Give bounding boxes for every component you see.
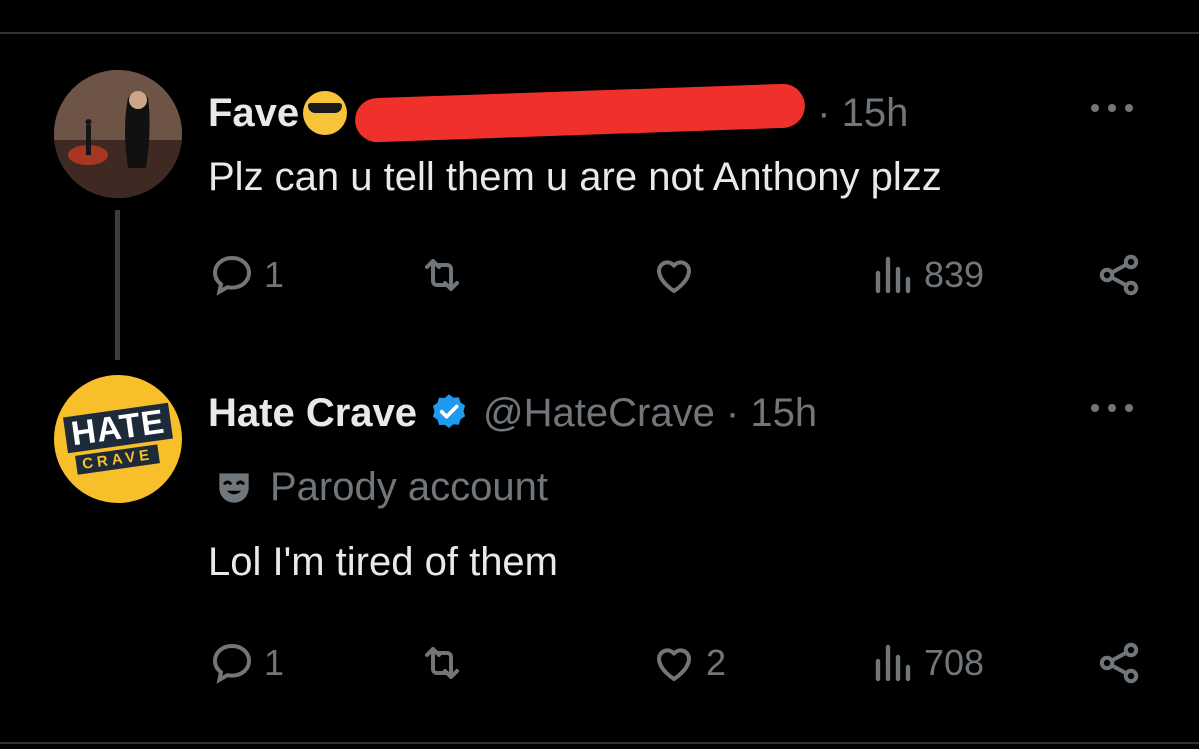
bottom-divider	[0, 742, 1199, 744]
tweet-header: Fave · 15h	[208, 83, 908, 143]
tweet-text: Plz can u tell them u are not Anthony pl…	[208, 155, 942, 199]
sunglasses-emoji-icon	[303, 91, 348, 135]
tweet-actions: 1 2 708	[208, 638, 1143, 688]
avatar[interactable]: HATE CRAVE	[54, 375, 182, 503]
handle-and-time[interactable]: @HateCrave · 15h	[483, 391, 817, 436]
reply-count: 1	[264, 642, 285, 683]
tweet-hatecrave[interactable]: HATE CRAVE Hate Crave @HateCrave · 15h P…	[0, 370, 1199, 730]
reply-button[interactable]: 1	[208, 250, 284, 300]
parody-label-text: Parody account	[270, 465, 548, 509]
like-count: 2	[706, 642, 727, 683]
like-button[interactable]: 2	[650, 638, 726, 688]
verified-icon[interactable]	[427, 391, 471, 435]
reply-count: 1	[264, 254, 285, 295]
reply-icon	[212, 643, 252, 684]
views-count: 839	[924, 254, 985, 295]
like-button[interactable]	[650, 250, 698, 300]
parody-mask-icon	[219, 472, 249, 503]
share-icon	[1099, 642, 1139, 684]
views-count: 708	[924, 642, 985, 683]
views-icon	[875, 256, 911, 294]
avatar[interactable]	[54, 70, 182, 198]
reply-icon	[212, 255, 252, 296]
like-icon	[657, 648, 691, 681]
retweet-icon	[425, 259, 459, 291]
views-icon	[875, 644, 911, 682]
share-button[interactable]	[1095, 638, 1143, 688]
redaction-mark	[354, 83, 806, 143]
retweet-icon	[425, 647, 459, 679]
like-icon	[657, 260, 691, 293]
parody-label: Parody account	[212, 465, 548, 510]
avatar-photo	[54, 70, 182, 198]
retweet-button[interactable]	[418, 638, 466, 688]
views-button[interactable]: 839	[868, 250, 984, 300]
tweet-fave[interactable]: Fave · 15h Plz can u tell them u are not…	[0, 70, 1199, 340]
tweet-actions: 1 839	[208, 250, 1143, 300]
reply-button[interactable]: 1	[208, 638, 284, 688]
retweet-button[interactable]	[418, 250, 466, 300]
timestamp[interactable]: · 15h	[817, 91, 908, 136]
more-icon[interactable]	[1087, 398, 1137, 418]
display-name[interactable]: Fave	[208, 91, 299, 136]
tweet-header: Hate Crave @HateCrave · 15h	[208, 388, 817, 438]
more-icon[interactable]	[1087, 98, 1137, 118]
top-divider	[0, 32, 1199, 34]
display-name[interactable]: Hate Crave	[208, 391, 417, 436]
views-button[interactable]: 708	[868, 638, 984, 688]
share-button[interactable]	[1095, 250, 1143, 300]
share-icon	[1099, 254, 1139, 296]
tweet-text: Lol I'm tired of them	[208, 540, 558, 584]
